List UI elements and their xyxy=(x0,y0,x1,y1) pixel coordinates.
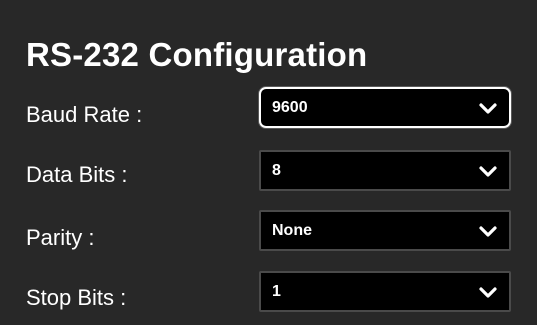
parity-value: None xyxy=(272,221,312,239)
data-bits-select[interactable]: 8 xyxy=(259,150,511,191)
baud-rate-label: Baud Rate : xyxy=(26,102,143,127)
chevron-down-icon xyxy=(478,224,498,238)
parity-select[interactable]: None xyxy=(259,210,511,251)
chevron-down-icon xyxy=(478,101,498,115)
stop-bits-label: Stop Bits : xyxy=(26,285,127,310)
data-bits-value: 8 xyxy=(272,161,281,179)
panel-title: RS-232 Configuration xyxy=(26,36,368,73)
chevron-down-icon xyxy=(478,285,498,299)
stop-bits-select[interactable]: 1 xyxy=(259,271,511,312)
stop-bits-value: 1 xyxy=(272,282,281,300)
baud-rate-value: 9600 xyxy=(272,98,308,116)
rs232-config-panel: RS-232 Configuration Baud Rate : 9600 Da… xyxy=(0,0,537,325)
parity-label: Parity : xyxy=(26,225,95,250)
data-bits-label: Data Bits : xyxy=(26,162,128,187)
chevron-down-icon xyxy=(478,164,498,178)
baud-rate-select[interactable]: 9600 xyxy=(259,87,511,128)
